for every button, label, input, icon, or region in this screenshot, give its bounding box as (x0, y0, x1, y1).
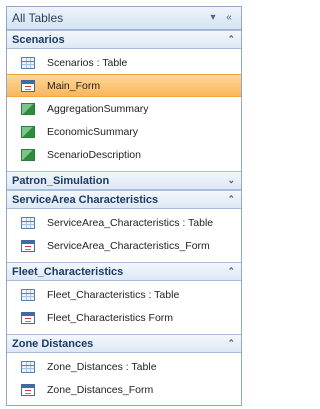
group-title: Zone Distances (12, 337, 94, 350)
group-header[interactable]: Zone Distances ⌃ (7, 334, 241, 353)
navigation-pane: All Tables ▾ « Scenarios ⌃ Scenarios : Tab… (6, 6, 242, 406)
nav-item[interactable]: Fleet_Characteristics : Table (7, 283, 241, 306)
nav-item-label: Zone_Distances_Form (47, 383, 154, 396)
form-icon (21, 311, 35, 324)
nav-item-label: AggregationSummary (47, 102, 149, 115)
nav-item-label: Zone_Distances : Table (47, 360, 157, 373)
group-header[interactable]: ServiceArea Characteristics ⌃ (7, 190, 241, 209)
nav-item-label: ScenarioDescription (47, 148, 141, 161)
group-items: Zone_Distances : Table Zone_Distances_For… (7, 353, 241, 406)
nav-item-label: Main_Form (47, 79, 101, 92)
header-controls: ▾ « (207, 12, 235, 24)
nav-item[interactable]: Main_Form (7, 74, 241, 97)
collapse-chevron-icon[interactable]: ⌃ (227, 194, 234, 205)
nav-item[interactable]: EconomicSummary (7, 120, 241, 143)
group-items: Fleet_Characteristics : Table Fleet_Chara… (7, 281, 241, 334)
collapse-chevron-icon[interactable]: ⌃ (227, 34, 234, 45)
group-title: Scenarios (12, 33, 65, 46)
group-items: Scenarios : Table Main_Form AggregationSum… (7, 49, 241, 171)
group-header[interactable]: Patron_Simulation ⌄ (7, 171, 241, 190)
group-title: ServiceArea Characteristics (12, 193, 159, 206)
nav-item-label: Fleet_Characteristics : Table (47, 288, 180, 301)
query-icon (21, 102, 35, 115)
group-title: Fleet_Characteristics (12, 265, 124, 278)
form-icon (21, 79, 35, 92)
nav-item-label: ServiceArea_Characteristics_Form (47, 239, 210, 252)
group-title: Patron_Simulation (12, 174, 110, 187)
nav-item[interactable]: Zone_Distances_Form (7, 378, 241, 401)
nav-item[interactable]: ServiceArea_Characteristics : Table (7, 211, 241, 234)
nav-item[interactable]: ScenarioDescription (7, 143, 241, 166)
nav-item-label: EconomicSummary (47, 125, 139, 138)
nav-item-label: Scenarios : Table (47, 56, 128, 69)
query-icon (21, 125, 35, 138)
group-header[interactable]: Fleet_Characteristics ⌃ (7, 262, 241, 281)
nav-item-label: Fleet_Characteristics Form (47, 311, 174, 324)
collapse-chevron-icon[interactable]: ⌃ (227, 338, 234, 349)
table-icon (21, 216, 35, 229)
navigation-pane-title: All Tables (12, 11, 64, 25)
group-header[interactable]: Scenarios ⌃ (7, 30, 241, 49)
expand-chevron-icon[interactable]: ⌄ (227, 175, 234, 186)
nav-item[interactable]: Fleet_Characteristics Form (7, 306, 241, 329)
nav-item[interactable]: Scenarios : Table (7, 51, 241, 74)
form-icon (21, 239, 35, 252)
table-icon (21, 56, 35, 69)
form-icon (21, 383, 35, 396)
nav-item[interactable]: ServiceArea_Characteristics_Form (7, 234, 241, 257)
dropdown-icon[interactable]: ▾ (207, 12, 219, 24)
group-items: ServiceArea_Characteristics : Table Servi… (7, 209, 241, 262)
table-icon (21, 360, 35, 373)
collapse-pane-icon[interactable]: « (223, 12, 235, 24)
navigation-pane-header[interactable]: All Tables ▾ « (7, 7, 241, 30)
nav-item[interactable]: Zone_Distances : Table (7, 355, 241, 378)
collapse-chevron-icon[interactable]: ⌃ (227, 266, 234, 277)
nav-item[interactable]: AggregationSummary (7, 97, 241, 120)
query-icon (21, 148, 35, 161)
table-icon (21, 288, 35, 301)
group-list: Scenarios ⌃ Scenarios : Table Main_Form Aggr… (7, 30, 241, 406)
nav-item-label: ServiceArea_Characteristics : Table (47, 216, 214, 229)
